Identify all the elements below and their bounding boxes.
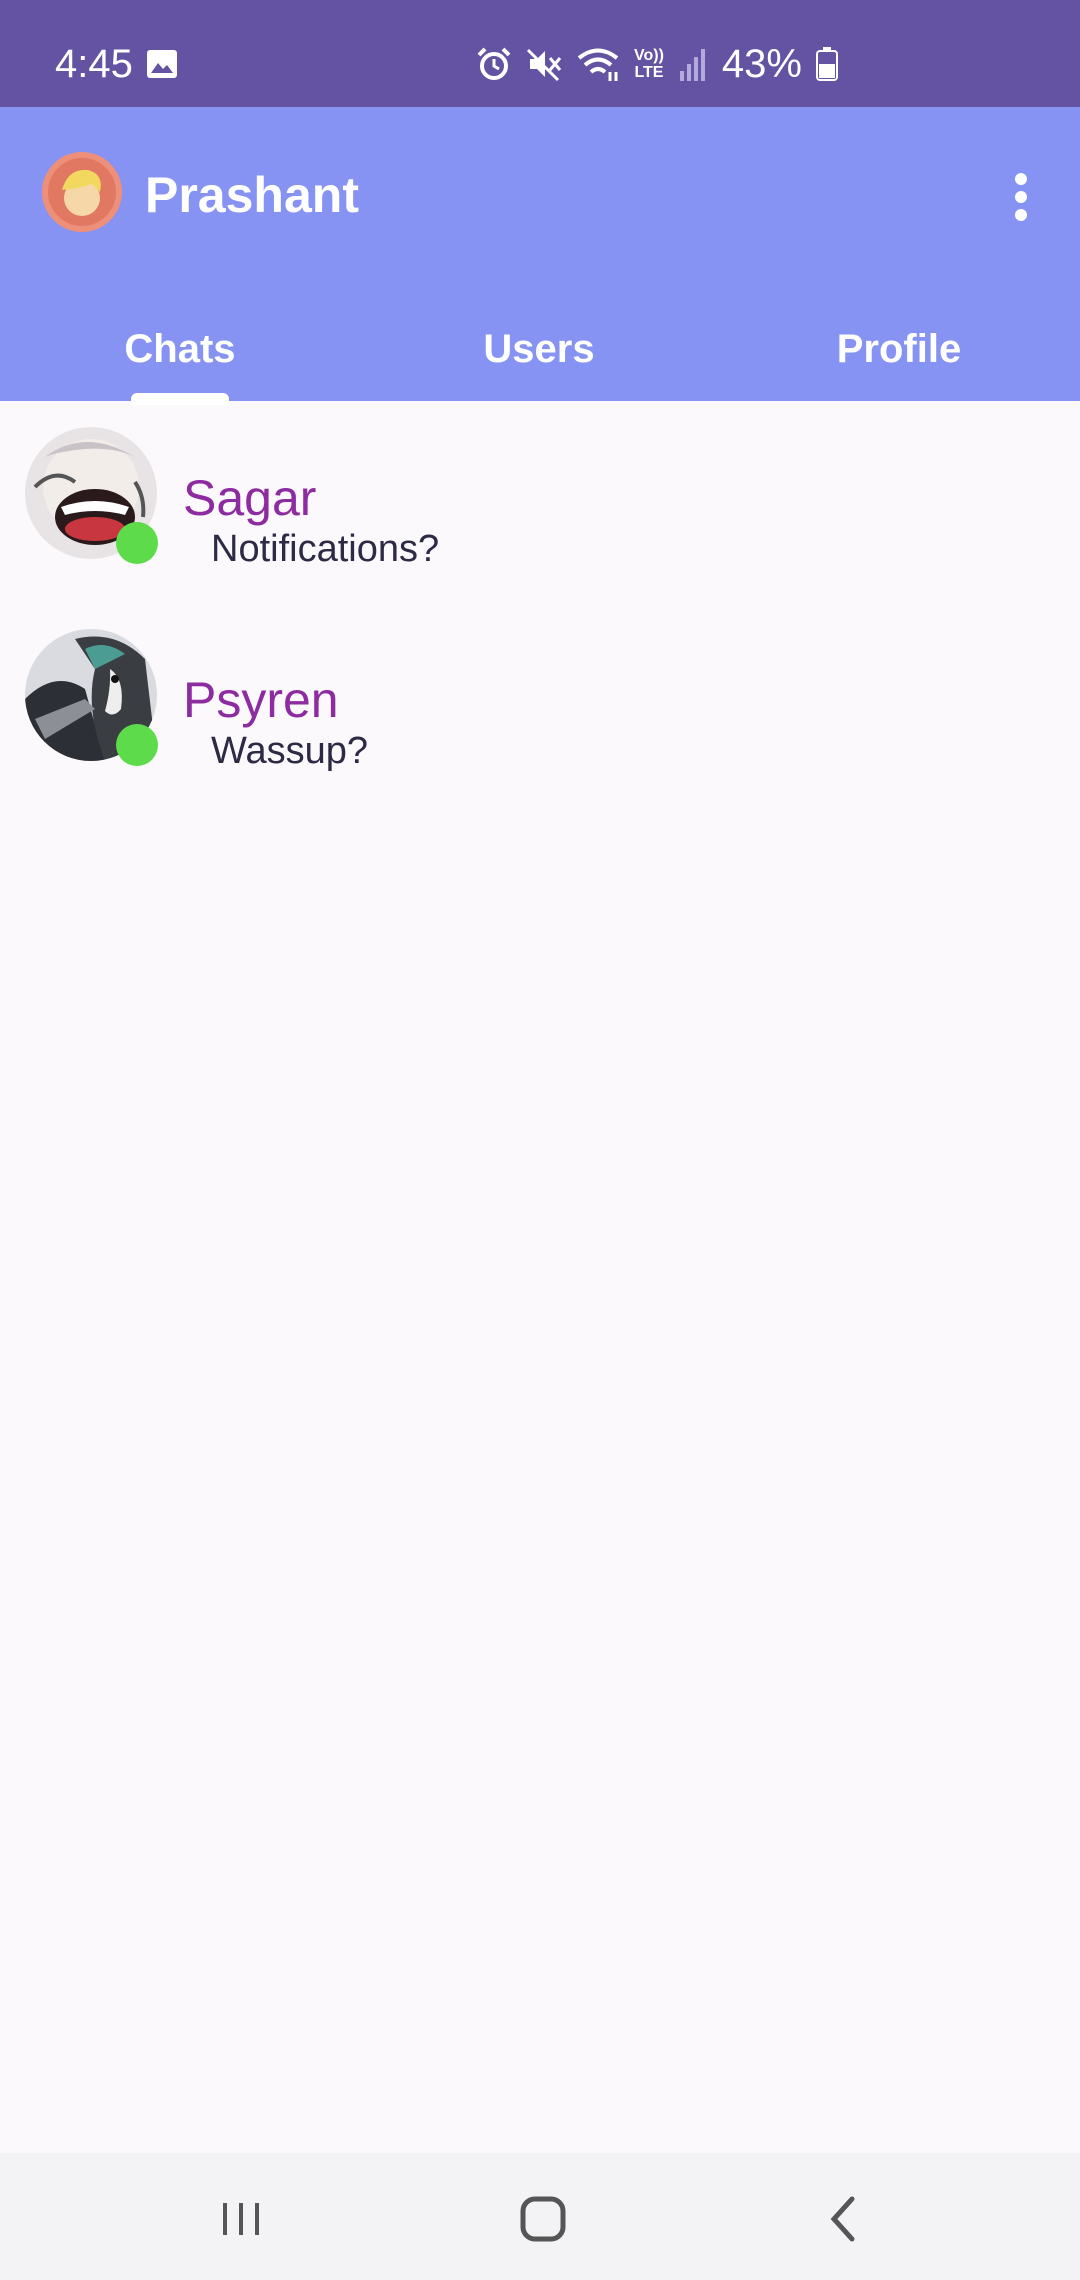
tab-indicator [131,393,229,405]
back-icon[interactable] [810,2183,880,2253]
tab-chats[interactable]: Chats [0,297,360,401]
recents-icon[interactable] [206,2183,276,2253]
chat-last-message: Wassup? [211,730,368,772]
alarm-icon [477,47,511,80]
tab-profile[interactable]: Profile [718,297,1080,401]
image-icon [147,50,177,78]
chat-name: Psyren [183,672,339,728]
signal-icon [679,49,705,81]
chat-item-psyren[interactable]: Psyren Wassup? [0,612,1080,812]
user-avatar[interactable] [42,152,122,232]
avatar-image [49,159,115,225]
status-bar: 4:45 Vo)) LTE 43% [0,0,1080,107]
battery-percent: 43% [721,42,802,86]
status-time: 4:45 [55,42,133,86]
wifi-icon [577,48,619,81]
battery-icon [815,47,838,81]
tab-users[interactable]: Users [360,297,718,401]
chat-last-message: Notifications? [211,528,440,570]
chat-name: Sagar [183,470,317,526]
tab-bar: Chats Users Profile [0,297,1080,401]
screen: 4:45 Vo)) LTE 43% Prashant Chats Users P… [0,0,1080,2280]
system-nav-bar [0,2153,1080,2280]
home-icon[interactable] [508,2183,578,2253]
chat-item-sagar[interactable]: Sagar Notifications? [0,410,1080,610]
online-indicator [116,522,158,564]
app-title: Prashant [145,167,359,223]
status-icons: Vo)) LTE 43% [476,42,838,86]
more-vert-icon[interactable] [1002,167,1042,227]
online-indicator [116,724,158,766]
mute-icon [526,48,562,82]
volte-icon: Vo)) LTE [634,47,664,81]
app-bar: Prashant Chats Users Profile [0,107,1080,401]
